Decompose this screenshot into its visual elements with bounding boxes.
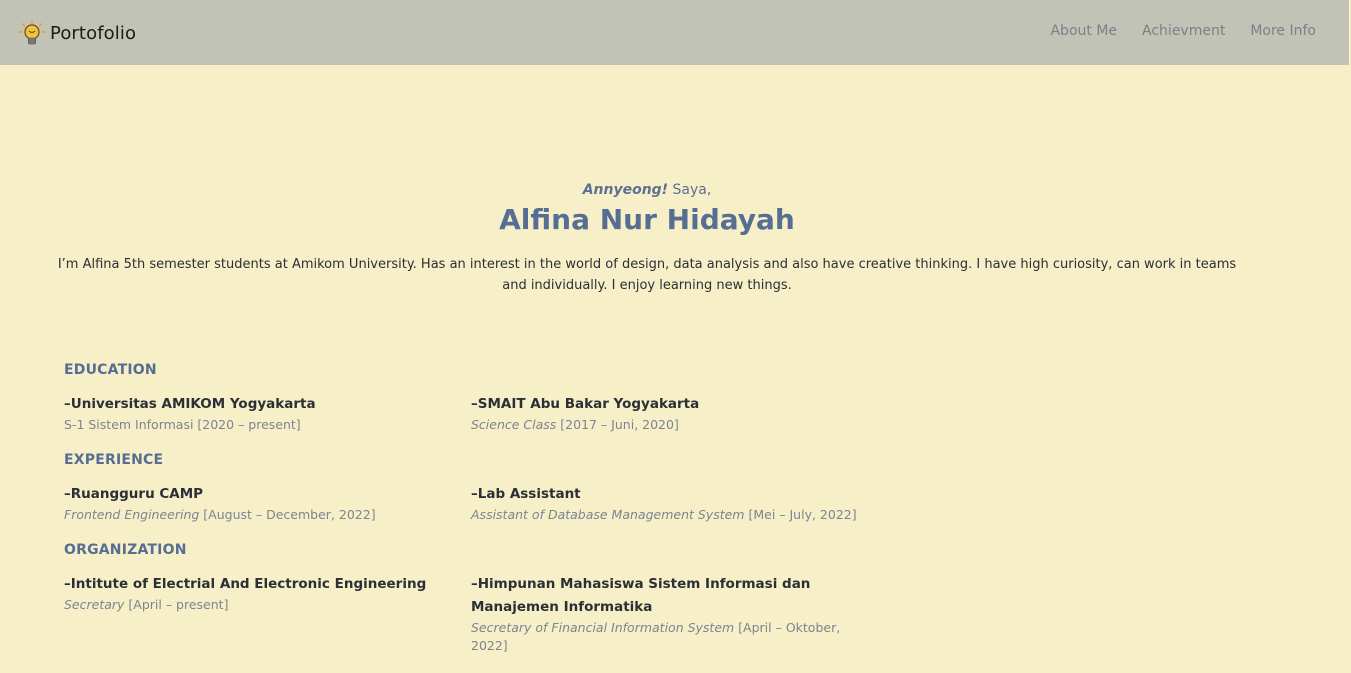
brand-title: Portofolio bbox=[50, 22, 137, 44]
education-row: –Universitas AMIKOM Yogyakarta S-1 Siste… bbox=[64, 393, 1164, 434]
experience-row: –Ruangguru CAMP Frontend Engineering [Au… bbox=[64, 483, 1164, 524]
greeting-rest: Saya, bbox=[668, 182, 712, 198]
organization-item: –Himpunan Mahasiswa Sistem Informasi dan… bbox=[471, 573, 871, 655]
item-title: –Universitas AMIKOM Yogyakarta bbox=[64, 396, 316, 412]
organization-item: –Intitute of Electrial And Electronic En… bbox=[64, 573, 471, 655]
item-detail: Assistant of Database Management System … bbox=[471, 506, 878, 524]
experience-item: –Ruangguru CAMP Frontend Engineering [Au… bbox=[64, 483, 471, 524]
education-item: –Universitas AMIKOM Yogyakarta S-1 Siste… bbox=[64, 393, 471, 434]
item-period: [Mei – July, 2022] bbox=[744, 507, 857, 522]
item-title: –Ruangguru CAMP bbox=[64, 486, 204, 502]
greeting-emphasis: Annyeong! bbox=[582, 182, 669, 198]
item-period: S-1 Sistem Informasi [2020 – present] bbox=[64, 417, 301, 432]
organization-section: ORGANIZATION –Intitute of Electrial And … bbox=[64, 542, 1164, 655]
item-detail: Science Class [2017 – Juni, 2020] bbox=[471, 416, 878, 434]
item-role: Frontend Engineering bbox=[64, 507, 200, 522]
section-title-education: EDUCATION bbox=[64, 362, 157, 378]
brand[interactable]: Portofolio bbox=[18, 18, 136, 48]
nav-achievment[interactable]: Achievment bbox=[1142, 23, 1225, 39]
item-detail: Secretary of Financial Information Syste… bbox=[471, 619, 871, 655]
experience-section: EXPERIENCE –Ruangguru CAMP Frontend Engi… bbox=[64, 452, 1164, 524]
nav-menu: About Me Achievment More Info bbox=[1025, 23, 1316, 39]
organization-row: –Intitute of Electrial And Electronic En… bbox=[64, 573, 1164, 655]
nav-more-info[interactable]: More Info bbox=[1250, 23, 1316, 39]
item-role: Secretary of Financial Information Syste… bbox=[471, 620, 735, 635]
navbar: Portofolio About Me Achievment More Info bbox=[0, 0, 1349, 65]
education-section: EDUCATION –Universitas AMIKOM Yogyakarta… bbox=[64, 362, 1164, 434]
item-detail: Secretary [April – present] bbox=[64, 596, 471, 614]
item-title: –SMAIT Abu Bakar Yogyakarta bbox=[471, 396, 700, 412]
item-period: [August – December, 2022] bbox=[199, 507, 376, 522]
item-detail: Frontend Engineering [August – December,… bbox=[64, 506, 471, 524]
item-period: [April – present] bbox=[124, 597, 229, 612]
item-title: –Intitute of Electrial And Electronic En… bbox=[64, 576, 427, 592]
resume-sections: EDUCATION –Universitas AMIKOM Yogyakarta… bbox=[64, 362, 1164, 673]
greeting: Annyeong! Saya, bbox=[0, 182, 1294, 198]
item-title: –Lab Assistant bbox=[471, 486, 581, 502]
experience-item: –Lab Assistant Assistant of Database Man… bbox=[471, 483, 878, 524]
hero: Annyeong! Saya, Alfina Nur Hidayah bbox=[0, 182, 1294, 238]
item-title: –Himpunan Mahasiswa Sistem Informasi dan… bbox=[471, 576, 811, 615]
profile-name: Alfina Nur Hidayah bbox=[499, 203, 795, 236]
nav-about-me[interactable]: About Me bbox=[1050, 23, 1117, 39]
item-role: Secretary bbox=[64, 597, 125, 612]
item-detail: S-1 Sistem Informasi [2020 – present] bbox=[64, 416, 471, 434]
item-period: [2017 – Juni, 2020] bbox=[556, 417, 679, 432]
section-title-organization: ORGANIZATION bbox=[64, 542, 187, 558]
item-role: Science Class bbox=[471, 417, 557, 432]
bio-text: I’m Alfina 5th semester students at Amik… bbox=[57, 257, 1237, 293]
item-role: Assistant of Database Management System bbox=[471, 507, 745, 522]
lightbulb-icon bbox=[18, 19, 46, 45]
section-title-experience: EXPERIENCE bbox=[64, 452, 164, 468]
education-item: –SMAIT Abu Bakar Yogyakarta Science Clas… bbox=[471, 393, 878, 434]
